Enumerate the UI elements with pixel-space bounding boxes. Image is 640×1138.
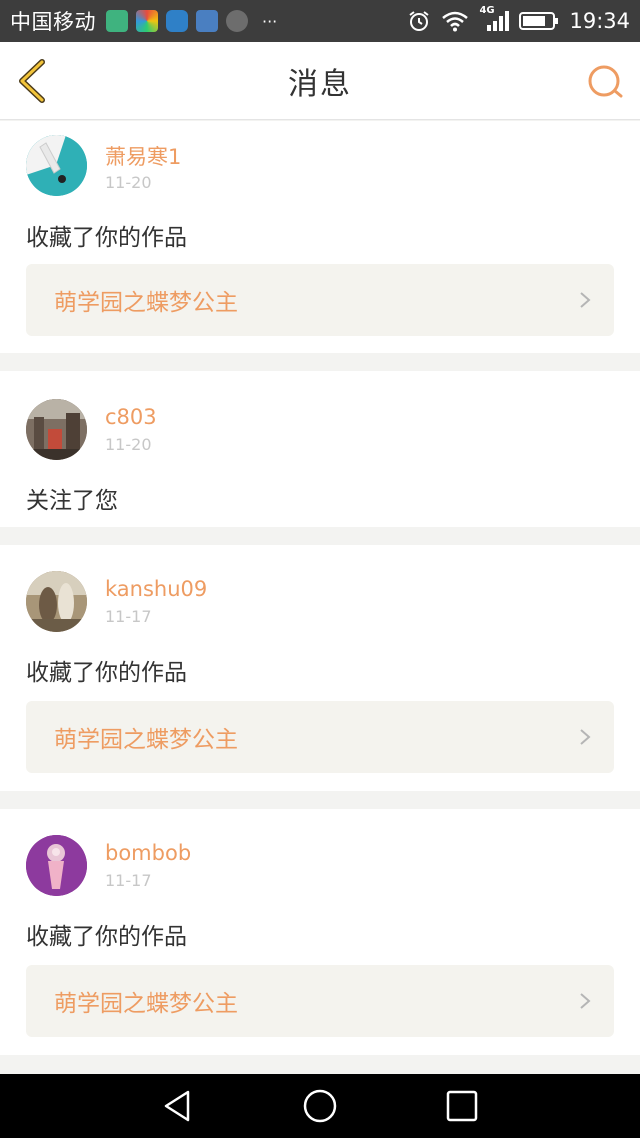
- work-link[interactable]: 萌学园之蝶梦公主: [26, 264, 614, 336]
- chevron-left-icon[interactable]: [14, 58, 54, 104]
- page-title: 消息: [288, 66, 352, 102]
- app-icon-photo: [226, 10, 248, 32]
- avatar[interactable]: [26, 571, 87, 632]
- status-time: 19:34: [569, 9, 630, 33]
- message-action: 收藏了你的作品: [26, 225, 187, 251]
- notification-icons: ···: [106, 10, 277, 32]
- more-notifications-icon: ···: [262, 11, 278, 31]
- circle-home-icon[interactable]: [302, 1088, 338, 1124]
- message-action: 收藏了你的作品: [26, 924, 187, 950]
- message-card: bombob 11-17 收藏了你的作品 萌学园之蝶梦公主: [0, 809, 640, 1055]
- message-action: 关注了您: [26, 488, 118, 514]
- triangle-back-icon[interactable]: [160, 1088, 196, 1124]
- chevron-right-icon: [580, 729, 591, 745]
- work-title: 萌学园之蝶梦公主: [54, 727, 238, 753]
- work-title: 萌学园之蝶梦公主: [54, 290, 238, 316]
- username[interactable]: 萧易寒1: [105, 141, 181, 171]
- message-date: 11-17: [105, 607, 152, 626]
- work-title: 萌学园之蝶梦公主: [54, 991, 238, 1017]
- square-recents-icon[interactable]: [444, 1088, 480, 1124]
- signal-4g-icon: 4G: [479, 5, 510, 33]
- battery-icon: [519, 12, 559, 30]
- message-card: c803 11-20 关注了您: [0, 371, 640, 527]
- avatar[interactable]: [26, 399, 87, 460]
- avatar[interactable]: [26, 135, 87, 196]
- message-date: 11-20: [105, 435, 152, 454]
- app-icon-multicolor: [136, 10, 158, 32]
- message-action: 收藏了你的作品: [26, 660, 187, 686]
- search-icon[interactable]: [586, 62, 626, 102]
- message-date: 11-20: [105, 173, 152, 192]
- message-card: 萧易寒1 11-20 收藏了你的作品 萌学园之蝶梦公主: [0, 121, 640, 353]
- chevron-right-icon: [580, 993, 591, 1009]
- username[interactable]: kanshu09: [105, 577, 207, 601]
- chevron-right-icon: [580, 292, 591, 308]
- work-link[interactable]: 萌学园之蝶梦公主: [26, 965, 614, 1037]
- work-link[interactable]: 萌学园之蝶梦公主: [26, 701, 614, 773]
- wifi-icon: [442, 11, 469, 32]
- system-nav-bar: [0, 1074, 640, 1138]
- carrier-name: 中国移动: [10, 10, 96, 34]
- message-list: 萧易寒1 11-20 收藏了你的作品 萌学园之蝶梦公主 c803 11-20 关…: [0, 121, 640, 1073]
- message-date: 11-17: [105, 871, 152, 890]
- username[interactable]: bombob: [105, 841, 191, 865]
- app-icon-blue: [166, 10, 188, 32]
- message-card: kanshu09 11-17 收藏了你的作品 萌学园之蝶梦公主: [0, 545, 640, 791]
- app-header: 消息: [0, 42, 640, 120]
- username[interactable]: c803: [105, 405, 157, 429]
- app-icon-health: [196, 10, 218, 32]
- alarm-icon: [409, 11, 430, 31]
- app-icon-green: [106, 10, 128, 32]
- status-bar: 中国移动 ··· 4G 19:34: [0, 0, 640, 42]
- avatar[interactable]: [26, 835, 87, 896]
